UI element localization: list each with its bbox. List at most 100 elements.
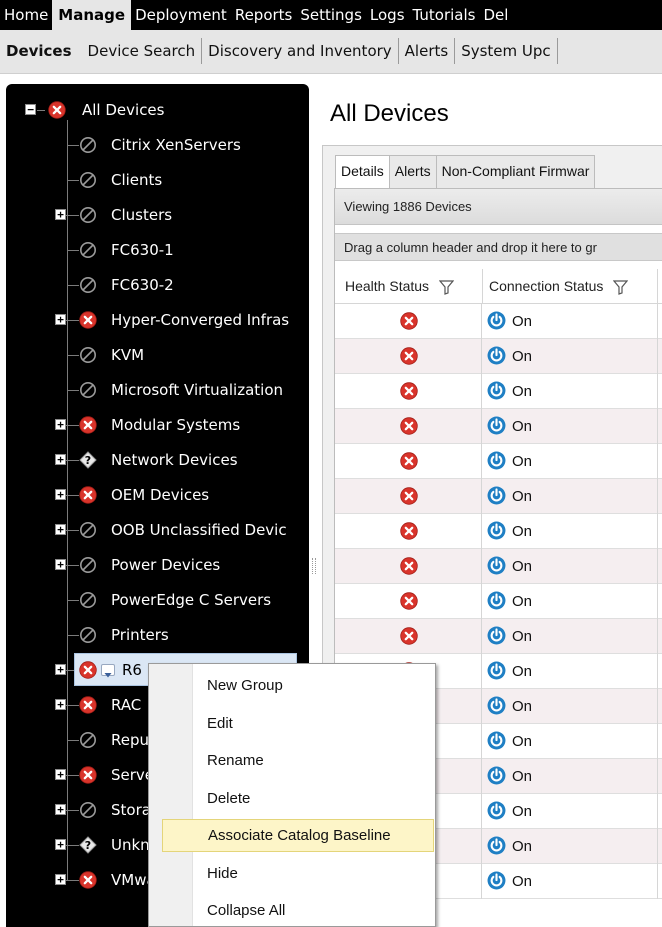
tree-node-power-devices[interactable]: Power Devices (111, 556, 220, 574)
tree-node-citrix-xenservers[interactable]: Citrix XenServers (111, 136, 241, 154)
connection-status-text: On (512, 593, 533, 610)
expand-icon[interactable]: + (55, 419, 66, 430)
tree-node-hyper-converged-infras[interactable]: Hyper-Converged Infras (111, 311, 289, 329)
sub-tab-devices[interactable]: Devices (0, 38, 82, 64)
tree-node-microsoft-virtualization[interactable]: Microsoft Virtualization (111, 381, 283, 399)
table-row[interactable]: On (335, 304, 662, 339)
top-menu-settings[interactable]: Settings (296, 0, 366, 30)
dropdown-arrow-icon[interactable] (101, 664, 115, 678)
connection-status-text: On (512, 313, 533, 330)
expand-icon[interactable]: + (55, 454, 66, 465)
table-row[interactable]: On (335, 514, 662, 549)
critical-icon (79, 696, 97, 714)
menu-item-collapse-all[interactable]: Collapse All (161, 894, 433, 927)
connection-status-cell: On (487, 514, 532, 549)
tree-node-r6[interactable]: R6 (122, 661, 142, 679)
table-row[interactable]: On (335, 619, 662, 654)
critical-icon (79, 766, 97, 784)
table-row[interactable]: On (335, 549, 662, 584)
expand-icon[interactable]: + (55, 839, 66, 850)
health-status-cell (335, 304, 482, 339)
connection-status-text: On (512, 488, 533, 505)
column-header-health[interactable]: Health Status (345, 269, 454, 304)
expand-icon[interactable]: + (55, 489, 66, 500)
menu-item-edit[interactable]: Edit (161, 707, 433, 740)
splitter-grip-icon[interactable] (312, 558, 316, 574)
critical-icon (79, 661, 97, 679)
top-menu-logs[interactable]: Logs (366, 0, 409, 30)
menu-item-hide[interactable]: Hide (161, 857, 433, 890)
sub-tab-discovery-and-inventory[interactable]: Discovery and Inventory (202, 38, 399, 64)
menu-item-rename[interactable]: Rename (161, 744, 433, 777)
tab-non-compliant-firmwar[interactable]: Non-Compliant Firmwar (435, 155, 596, 188)
expand-icon[interactable]: + (55, 874, 66, 885)
tree-node-poweredge-c-servers[interactable]: PowerEdge C Servers (111, 591, 271, 609)
connection-status-text: On (512, 838, 533, 855)
top-menu-manage[interactable]: Manage (52, 0, 132, 30)
table-row[interactable]: On (335, 339, 662, 374)
collapse-icon[interactable]: − (25, 104, 36, 115)
expand-icon[interactable]: + (55, 559, 66, 570)
table-row[interactable]: On (335, 584, 662, 619)
tree-node-printers[interactable]: Printers (111, 626, 169, 644)
tree-node-clients[interactable]: Clients (111, 171, 162, 189)
table-row[interactable]: On (335, 374, 662, 409)
connection-status-text: On (512, 733, 533, 750)
tab-details[interactable]: Details (335, 155, 390, 188)
expand-icon[interactable]: + (55, 699, 66, 710)
connection-status-cell: On (487, 794, 532, 829)
filter-icon[interactable] (613, 280, 629, 295)
tree-node-modular-systems[interactable]: Modular Systems (111, 416, 240, 434)
tree-node-fc630-2[interactable]: FC630-2 (111, 276, 174, 294)
critical-icon (400, 382, 418, 400)
tree-node-oob-unclassified-devic[interactable]: OOB Unclassified Devic (111, 521, 287, 539)
table-row[interactable]: On (335, 479, 662, 514)
tree-node-oem-devices[interactable]: OEM Devices (111, 486, 209, 504)
menu-item-new-group[interactable]: New Group (161, 669, 433, 702)
critical-icon (400, 592, 418, 610)
tree-node-network-devices[interactable]: Network Devices (111, 451, 238, 469)
top-menu-tutorials[interactable]: Tutorials (409, 0, 480, 30)
svg-text:?: ? (85, 839, 91, 852)
top-menu-home[interactable]: Home (0, 0, 52, 30)
expand-icon[interactable]: + (55, 664, 66, 675)
top-menu-del[interactable]: Del (479, 0, 512, 30)
top-menu-reports[interactable]: Reports (231, 0, 297, 30)
critical-icon (79, 416, 97, 434)
critical-icon (400, 487, 418, 505)
connection-status-cell: On (487, 864, 532, 899)
health-status-cell (335, 339, 482, 374)
group-drop-zone[interactable]: Drag a column header and drop it here to… (335, 233, 662, 261)
expand-icon[interactable]: + (55, 314, 66, 325)
top-menu-deployment[interactable]: Deployment (131, 0, 231, 30)
disabled-icon (79, 276, 97, 294)
health-status-cell (335, 479, 482, 514)
tree-node-kvm[interactable]: KVM (111, 346, 144, 364)
critical-icon (400, 452, 418, 470)
tree-node-rac[interactable]: RAC (111, 696, 141, 714)
table-row[interactable]: On (335, 444, 662, 479)
expand-icon[interactable]: + (55, 209, 66, 220)
sub-tab-device-search[interactable]: Device Search (82, 38, 203, 64)
filter-icon[interactable] (438, 280, 454, 295)
tab-alerts[interactable]: Alerts (388, 155, 437, 188)
critical-icon (400, 312, 418, 330)
tree-node-clusters[interactable]: Clusters (111, 206, 172, 224)
menu-item-delete[interactable]: Delete (161, 782, 433, 815)
sub-tab-alerts[interactable]: Alerts (399, 38, 456, 64)
expand-icon[interactable]: + (55, 524, 66, 535)
power-on-icon (487, 696, 506, 715)
expand-icon[interactable]: + (55, 804, 66, 815)
table-row[interactable]: On (335, 409, 662, 444)
connection-status-cell: On (487, 374, 532, 409)
power-on-icon (487, 381, 506, 400)
menu-item-associate-catalog-baseline[interactable]: Associate Catalog Baseline (162, 819, 434, 852)
sub-tab-system-upc[interactable]: System Upc (455, 38, 558, 64)
connection-status-text: On (512, 768, 533, 785)
column-header-connection[interactable]: Connection Status (489, 269, 629, 304)
tree-node-fc630-1[interactable]: FC630-1 (111, 241, 174, 259)
disabled-icon (79, 381, 97, 399)
expand-icon[interactable]: + (55, 769, 66, 780)
tree-node-all-devices[interactable]: All Devices (82, 101, 164, 119)
connection-status-cell: On (487, 689, 532, 724)
